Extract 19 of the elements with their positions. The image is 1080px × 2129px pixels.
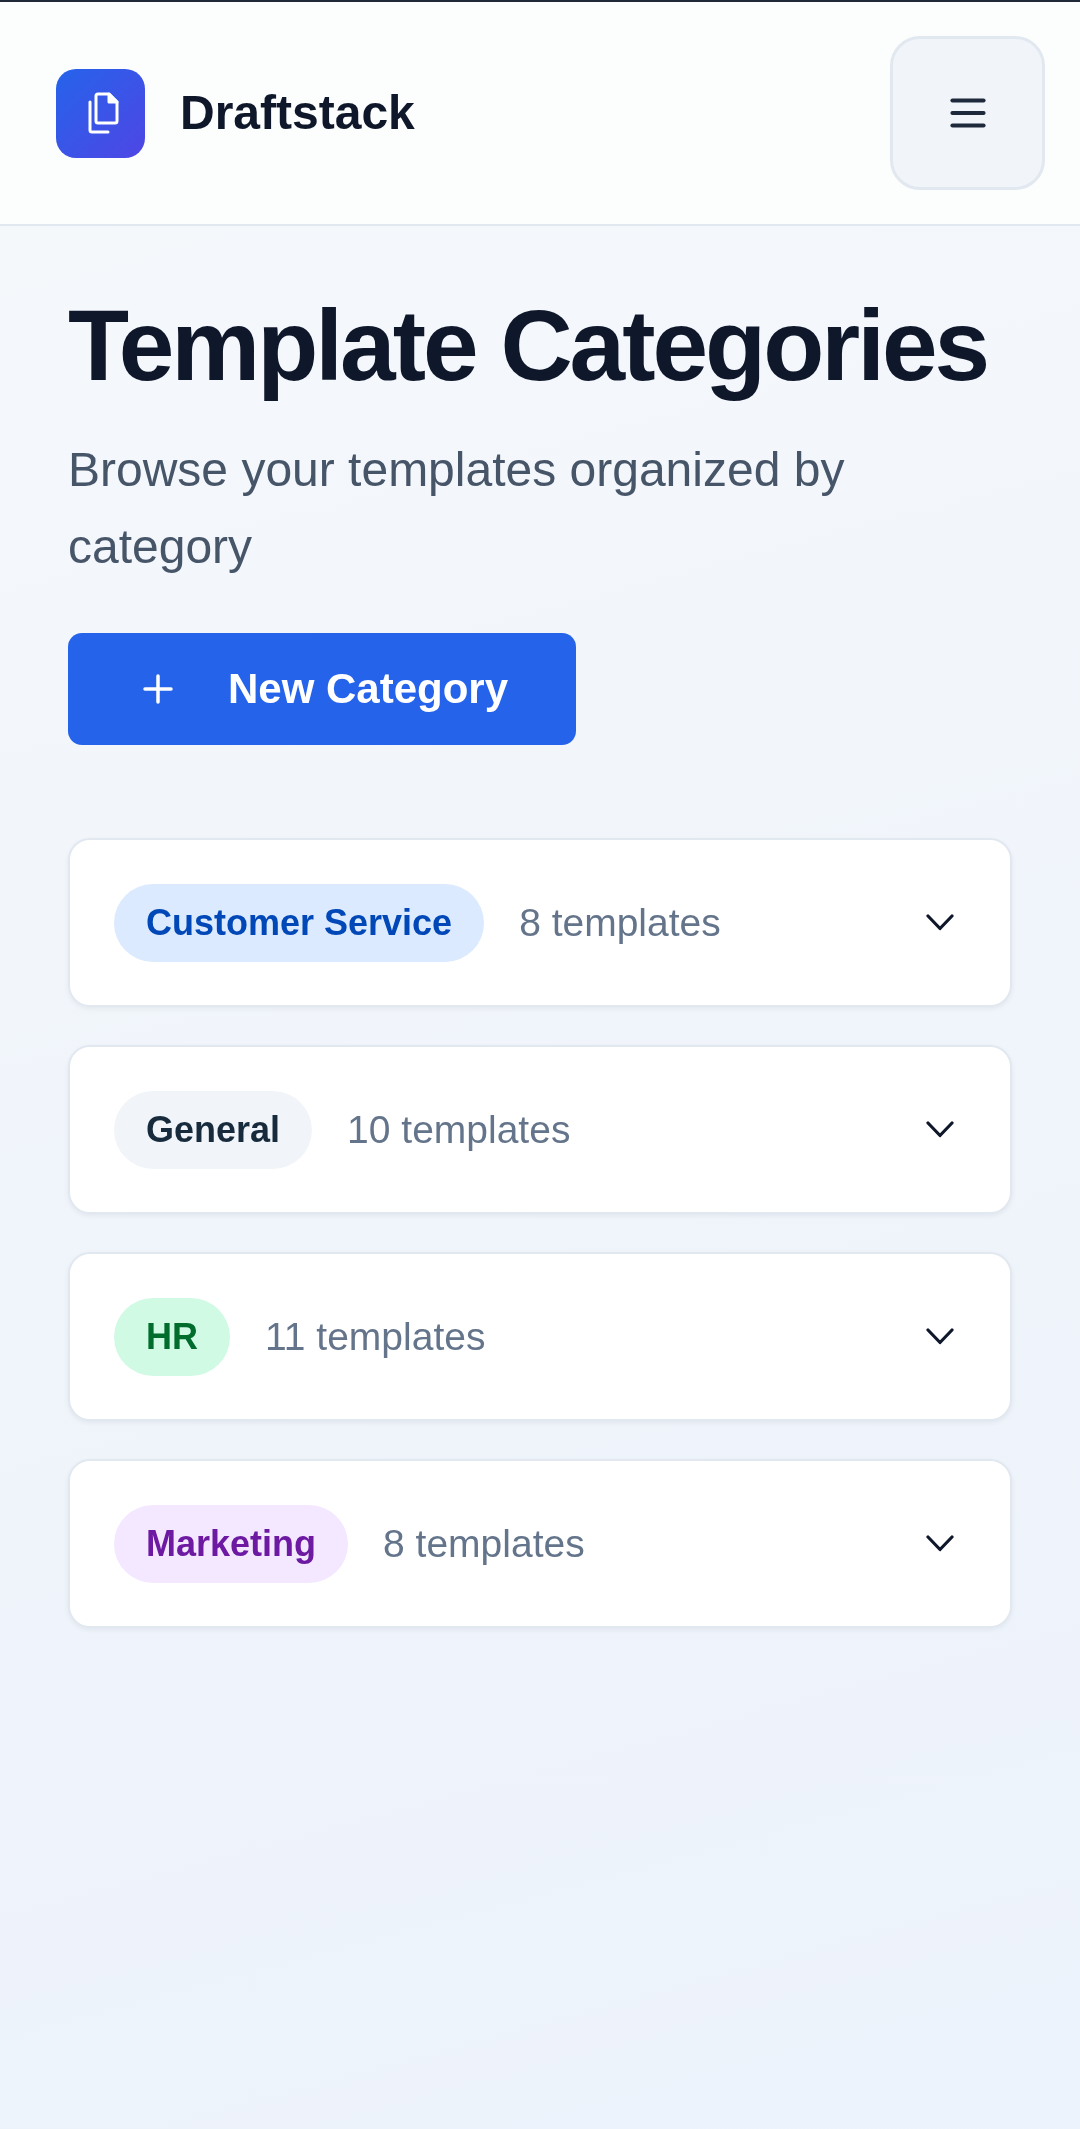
- category-card[interactable]: Marketing 8 templates: [68, 1459, 1012, 1628]
- new-category-button[interactable]: New Category: [68, 633, 577, 745]
- category-card[interactable]: HR 11 templates: [68, 1252, 1012, 1421]
- menu-icon: [949, 98, 986, 128]
- logo-icon: [56, 68, 145, 158]
- plus-icon: [143, 674, 173, 704]
- template-count: 8 templates: [519, 900, 721, 945]
- category-tag: Customer Service: [114, 883, 485, 962]
- app-name: Draftstack: [180, 85, 415, 142]
- category-tag: HR: [114, 1297, 230, 1376]
- menu-button[interactable]: [890, 36, 1045, 190]
- category-card[interactable]: Customer Service 8 templates: [68, 838, 1012, 1007]
- category-tag: General: [114, 1090, 313, 1169]
- template-count: 11 templates: [265, 1314, 486, 1359]
- category-card[interactable]: General 10 templates: [68, 1045, 1012, 1214]
- page-subtitle: Browse your templates organized by category: [68, 442, 846, 575]
- template-count: 8 templates: [383, 1521, 585, 1566]
- template-count: 10 templates: [347, 1107, 571, 1152]
- category-tag: Marketing: [114, 1504, 349, 1583]
